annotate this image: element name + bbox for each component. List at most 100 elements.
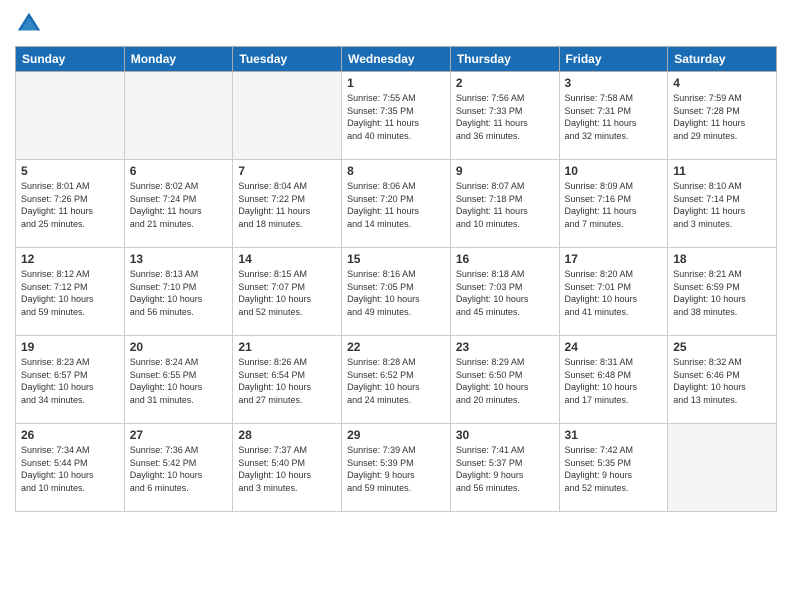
cell-info-line: and 21 minutes. [130, 218, 228, 231]
calendar-cell: 8Sunrise: 8:06 AMSunset: 7:20 PMDaylight… [342, 160, 451, 248]
cell-info-line: Sunset: 6:57 PM [21, 369, 119, 382]
cell-info-line: Sunrise: 8:23 AM [21, 356, 119, 369]
cell-info-line: Sunset: 7:01 PM [565, 281, 663, 294]
cell-info-line: Sunrise: 7:59 AM [673, 92, 771, 105]
calendar-week-2: 5Sunrise: 8:01 AMSunset: 7:26 PMDaylight… [16, 160, 777, 248]
weekday-header-saturday: Saturday [668, 47, 777, 72]
logo [15, 10, 45, 38]
cell-info-line: and 38 minutes. [673, 306, 771, 319]
calendar-cell: 24Sunrise: 8:31 AMSunset: 6:48 PMDayligh… [559, 336, 668, 424]
cell-info-line: Sunrise: 7:37 AM [238, 444, 336, 457]
cell-info-line: Daylight: 10 hours [238, 381, 336, 394]
calendar-cell: 22Sunrise: 8:28 AMSunset: 6:52 PMDayligh… [342, 336, 451, 424]
cell-info-line: Sunset: 6:50 PM [456, 369, 554, 382]
cell-info-line: Daylight: 10 hours [130, 469, 228, 482]
cell-info-line: and 3 minutes. [238, 482, 336, 495]
weekday-header-sunday: Sunday [16, 47, 125, 72]
cell-info-line: Sunset: 7:31 PM [565, 105, 663, 118]
calendar-cell [124, 72, 233, 160]
day-number: 14 [238, 252, 336, 266]
header [15, 10, 777, 38]
cell-info-line: Sunset: 7:05 PM [347, 281, 445, 294]
cell-info-line: Sunrise: 7:58 AM [565, 92, 663, 105]
cell-info-line: Daylight: 10 hours [456, 293, 554, 306]
calendar-table: SundayMondayTuesdayWednesdayThursdayFrid… [15, 46, 777, 512]
day-number: 20 [130, 340, 228, 354]
calendar-week-1: 1Sunrise: 7:55 AMSunset: 7:35 PMDaylight… [16, 72, 777, 160]
calendar-cell: 7Sunrise: 8:04 AMSunset: 7:22 PMDaylight… [233, 160, 342, 248]
cell-info-line: Daylight: 11 hours [347, 117, 445, 130]
cell-info-line: Sunrise: 8:18 AM [456, 268, 554, 281]
cell-info-line: and 49 minutes. [347, 306, 445, 319]
cell-info-line: and 59 minutes. [21, 306, 119, 319]
cell-info-line: and 56 minutes. [456, 482, 554, 495]
cell-info-line: Sunrise: 8:13 AM [130, 268, 228, 281]
cell-info-line: Sunset: 6:48 PM [565, 369, 663, 382]
cell-info-line: Sunset: 7:07 PM [238, 281, 336, 294]
calendar-cell [233, 72, 342, 160]
cell-info-line: and 14 minutes. [347, 218, 445, 231]
cell-info-line: Sunset: 7:10 PM [130, 281, 228, 294]
cell-info-line: and 27 minutes. [238, 394, 336, 407]
cell-info-line: Sunset: 5:44 PM [21, 457, 119, 470]
cell-info-line: Sunset: 7:35 PM [347, 105, 445, 118]
day-number: 17 [565, 252, 663, 266]
cell-info-line: Daylight: 11 hours [238, 205, 336, 218]
calendar-cell: 28Sunrise: 7:37 AMSunset: 5:40 PMDayligh… [233, 424, 342, 512]
weekday-header-tuesday: Tuesday [233, 47, 342, 72]
weekday-header-friday: Friday [559, 47, 668, 72]
cell-info-line: Daylight: 10 hours [565, 293, 663, 306]
cell-info-line: Sunrise: 7:42 AM [565, 444, 663, 457]
cell-info-line: Sunset: 5:42 PM [130, 457, 228, 470]
cell-info-line: and 40 minutes. [347, 130, 445, 143]
day-number: 5 [21, 164, 119, 178]
cell-info-line: Daylight: 10 hours [673, 381, 771, 394]
weekday-header-thursday: Thursday [450, 47, 559, 72]
cell-info-line: Sunset: 7:33 PM [456, 105, 554, 118]
cell-info-line: Sunrise: 7:55 AM [347, 92, 445, 105]
cell-info-line: Sunrise: 8:31 AM [565, 356, 663, 369]
calendar-cell: 25Sunrise: 8:32 AMSunset: 6:46 PMDayligh… [668, 336, 777, 424]
calendar-cell: 9Sunrise: 8:07 AMSunset: 7:18 PMDaylight… [450, 160, 559, 248]
day-number: 25 [673, 340, 771, 354]
cell-info-line: Sunset: 6:59 PM [673, 281, 771, 294]
cell-info-line: Daylight: 11 hours [673, 117, 771, 130]
day-number: 30 [456, 428, 554, 442]
calendar-cell: 18Sunrise: 8:21 AMSunset: 6:59 PMDayligh… [668, 248, 777, 336]
cell-info-line: and 10 minutes. [456, 218, 554, 231]
day-number: 3 [565, 76, 663, 90]
cell-info-line: Sunrise: 8:16 AM [347, 268, 445, 281]
cell-info-line: Daylight: 10 hours [347, 293, 445, 306]
day-number: 7 [238, 164, 336, 178]
cell-info-line: Sunrise: 8:02 AM [130, 180, 228, 193]
cell-info-line: and 34 minutes. [21, 394, 119, 407]
cell-info-line: and 10 minutes. [21, 482, 119, 495]
cell-info-line: and 59 minutes. [347, 482, 445, 495]
weekday-header-wednesday: Wednesday [342, 47, 451, 72]
day-number: 8 [347, 164, 445, 178]
cell-info-line: Sunset: 7:16 PM [565, 193, 663, 206]
cell-info-line: Sunrise: 8:06 AM [347, 180, 445, 193]
cell-info-line: Daylight: 10 hours [565, 381, 663, 394]
calendar-cell: 16Sunrise: 8:18 AMSunset: 7:03 PMDayligh… [450, 248, 559, 336]
cell-info-line: Sunset: 5:37 PM [456, 457, 554, 470]
day-number: 1 [347, 76, 445, 90]
cell-info-line: Sunrise: 8:26 AM [238, 356, 336, 369]
cell-info-line: and 56 minutes. [130, 306, 228, 319]
day-number: 6 [130, 164, 228, 178]
cell-info-line: Sunset: 7:14 PM [673, 193, 771, 206]
cell-info-line: Sunset: 5:40 PM [238, 457, 336, 470]
cell-info-line: Sunrise: 8:12 AM [21, 268, 119, 281]
day-number: 21 [238, 340, 336, 354]
calendar-week-3: 12Sunrise: 8:12 AMSunset: 7:12 PMDayligh… [16, 248, 777, 336]
calendar-cell [668, 424, 777, 512]
page: SundayMondayTuesdayWednesdayThursdayFrid… [0, 0, 792, 612]
logo-icon [15, 10, 43, 38]
day-number: 27 [130, 428, 228, 442]
cell-info-line: Daylight: 11 hours [565, 117, 663, 130]
calendar-cell: 15Sunrise: 8:16 AMSunset: 7:05 PMDayligh… [342, 248, 451, 336]
day-number: 2 [456, 76, 554, 90]
calendar-cell: 23Sunrise: 8:29 AMSunset: 6:50 PMDayligh… [450, 336, 559, 424]
calendar-cell: 4Sunrise: 7:59 AMSunset: 7:28 PMDaylight… [668, 72, 777, 160]
cell-info-line: Sunset: 7:18 PM [456, 193, 554, 206]
